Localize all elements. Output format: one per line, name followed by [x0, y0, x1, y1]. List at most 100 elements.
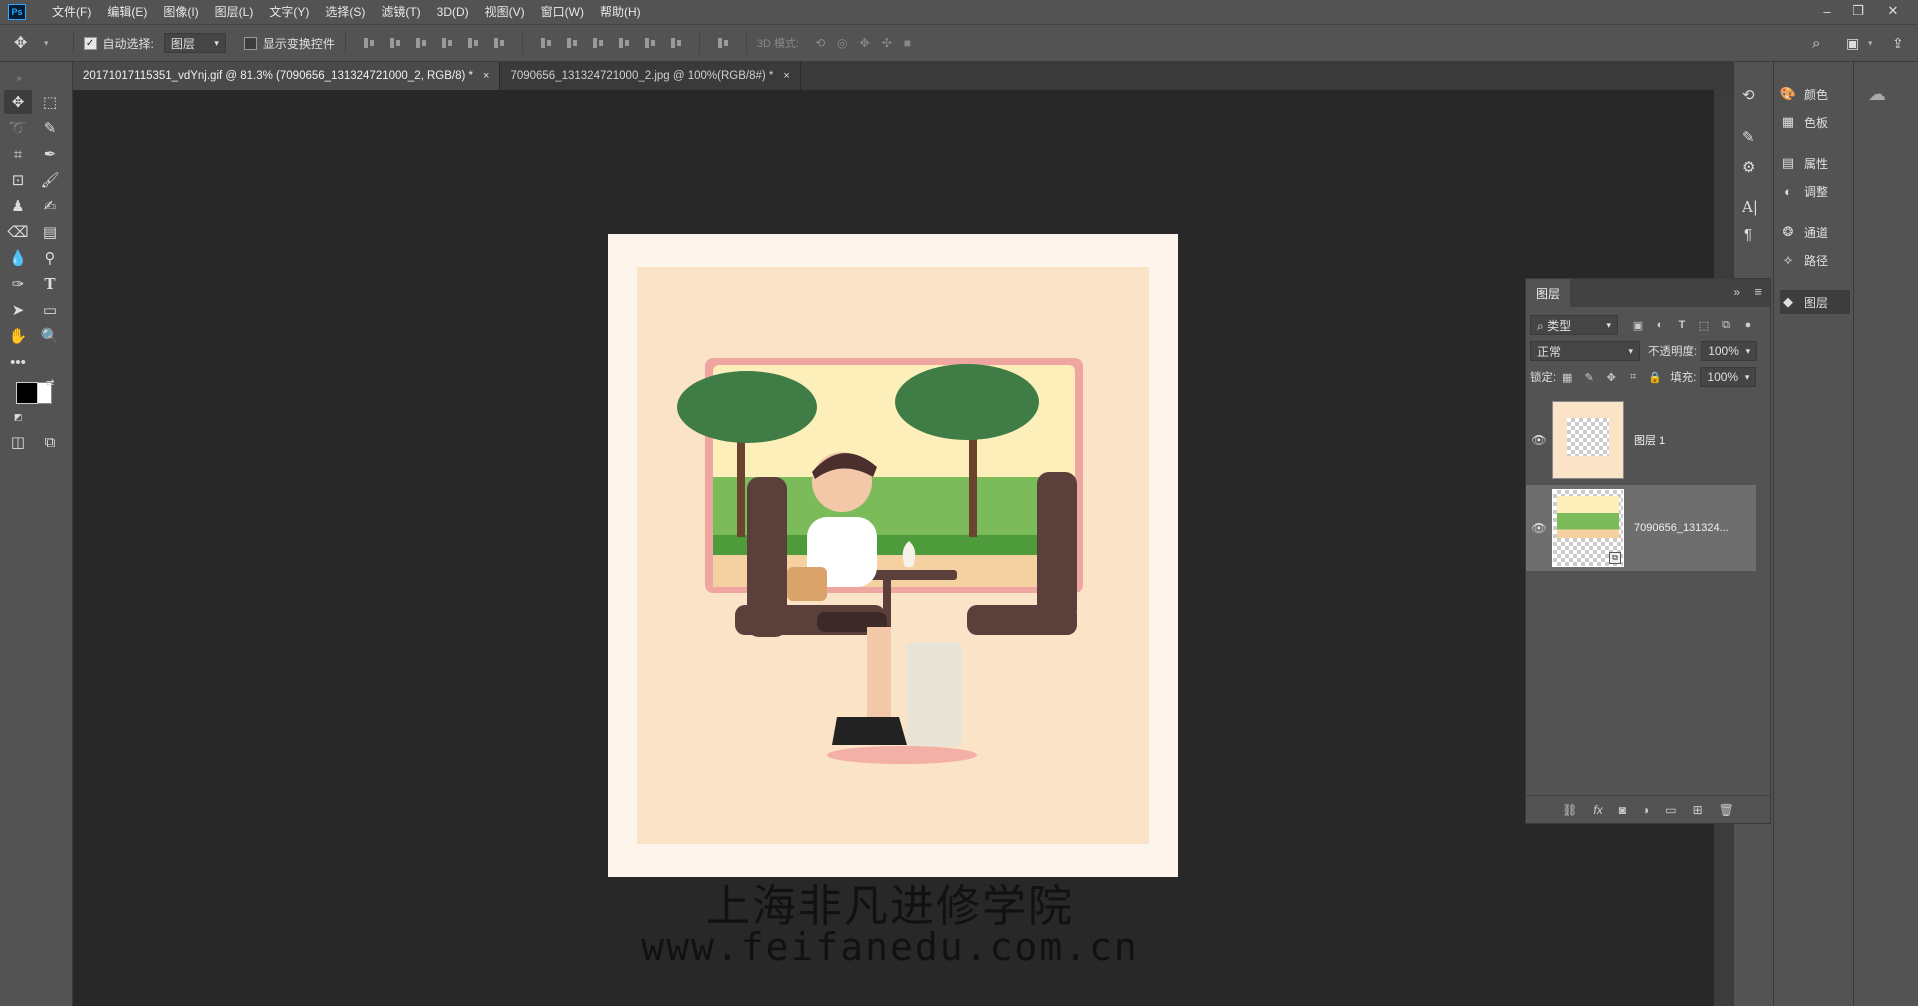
swap-colors-icon[interactable]: ⇄: [46, 378, 54, 389]
preset-dropdown-chevron-icon[interactable]: ▾: [44, 38, 49, 49]
visibility-eye-icon[interactable]: 👁: [1526, 433, 1552, 447]
dock-item-color[interactable]: 🎨 颜色: [1780, 82, 1850, 106]
hand-tool-icon[interactable]: ✋: [4, 324, 32, 348]
show-transform-checkbox[interactable]: [243, 36, 257, 50]
stamp-tool-icon[interactable]: ♟: [4, 194, 32, 218]
frame-tool-icon[interactable]: ⊡: [4, 168, 32, 192]
rectangle-tool-icon[interactable]: ▭: [36, 298, 64, 322]
menu-3d[interactable]: 3D(D): [429, 0, 477, 24]
auto-select-toggle[interactable]: ✓ 自动选择:: [83, 35, 154, 52]
auto-align-icon[interactable]: [716, 36, 730, 50]
dock-item-layers[interactable]: ◆ 图层: [1780, 290, 1850, 314]
filter-toggle-icon[interactable]: ●: [1742, 319, 1754, 331]
eraser-tool-icon[interactable]: ⌫: [4, 220, 32, 244]
menu-layer[interactable]: 图层(L): [207, 0, 262, 24]
layer-name[interactable]: 7090656_131324...: [1634, 522, 1729, 534]
brushes-icon[interactable]: ⚙: [1742, 158, 1755, 176]
layer-row[interactable]: 👁 图层 1: [1526, 397, 1756, 483]
tab-document-gif[interactable]: 20171017115351_vdYnj.gif @ 81.3% (709065…: [73, 62, 501, 90]
brush-tool-icon[interactable]: 🖌: [36, 168, 64, 192]
collapse-panel-icon[interactable]: »: [1733, 285, 1740, 299]
dock-item-swatches[interactable]: ▦ 色板: [1780, 110, 1850, 134]
collapse-toolbar-icon[interactable]: »: [5, 72, 33, 84]
distribute-top-icon[interactable]: [539, 36, 553, 50]
lock-transparent-icon[interactable]: ▦: [1561, 371, 1573, 384]
brush-settings-icon[interactable]: ✎: [1742, 128, 1755, 146]
dodge-tool-icon[interactable]: ⚲: [36, 246, 64, 270]
menu-window[interactable]: 窗口(W): [533, 0, 592, 24]
lasso-tool-icon[interactable]: ➰: [4, 116, 32, 140]
adjustment-layer-icon[interactable]: ◑: [1642, 803, 1649, 817]
share-icon[interactable]: ⇪: [1892, 35, 1904, 52]
path-select-tool-icon[interactable]: ➤: [4, 298, 32, 322]
3d-orbit-icon[interactable]: ⟲: [815, 36, 825, 50]
filter-adjustment-icon[interactable]: ◐: [1654, 319, 1666, 331]
dock-item-adjustments[interactable]: ◐ 调整: [1780, 179, 1850, 203]
dock-item-channels[interactable]: ❂ 通道: [1780, 220, 1850, 244]
align-vcenter-icon[interactable]: [388, 36, 402, 50]
search-icon[interactable]: ⌕: [1812, 35, 1820, 52]
new-layer-icon[interactable]: ⊞: [1693, 803, 1703, 817]
layer-row[interactable]: 👁 ⧉ 7090656_131324...: [1526, 485, 1756, 571]
workspace-chevron-icon[interactable]: ▾: [1868, 38, 1873, 49]
lock-all-icon[interactable]: 🔒: [1648, 371, 1662, 384]
minimize-button[interactable]: –: [1812, 0, 1842, 22]
visibility-eye-icon[interactable]: 👁: [1526, 521, 1552, 535]
paragraph-icon[interactable]: ¶: [1744, 226, 1752, 243]
tab-layers[interactable]: 图层: [1526, 279, 1571, 307]
quick-mask-icon[interactable]: ◫: [4, 430, 32, 454]
character-icon[interactable]: A|: [1742, 198, 1758, 216]
quick-select-tool-icon[interactable]: ✎: [36, 116, 64, 140]
distribute-bottom-icon[interactable]: [591, 36, 605, 50]
marquee-tool-icon[interactable]: ⬚: [36, 90, 64, 114]
pen-tool-icon[interactable]: ✑: [4, 272, 32, 296]
3d-scale-icon[interactable]: ■: [904, 36, 911, 50]
history-icon[interactable]: ⟲: [1742, 86, 1755, 104]
filter-kind-select[interactable]: ⌕ 类型 ▾: [1530, 315, 1618, 335]
auto-select-target-select[interactable]: 图层 ▾: [163, 33, 226, 53]
auto-select-checkbox[interactable]: ✓: [83, 36, 97, 50]
menu-select[interactable]: 选择(S): [317, 0, 373, 24]
move-tool-preset-icon[interactable]: ✥: [14, 33, 44, 53]
screen-mode-icon[interactable]: ⧉: [36, 430, 64, 454]
distribute-vcenter-icon[interactable]: [565, 36, 579, 50]
blend-mode-select[interactable]: 正常 ▾: [1530, 341, 1640, 361]
align-top-icon[interactable]: [362, 36, 376, 50]
filter-type-icon[interactable]: T: [1676, 319, 1688, 331]
opacity-input[interactable]: 100% ▾: [1701, 341, 1758, 361]
close-icon[interactable]: ×: [783, 70, 789, 82]
panel-menu-icon[interactable]: ≡: [1754, 284, 1762, 299]
more-tools-icon[interactable]: •••: [4, 350, 32, 374]
workspace-icon[interactable]: ▣: [1846, 35, 1859, 52]
link-icon[interactable]: ⛓: [1562, 803, 1577, 817]
menu-type[interactable]: 文字(Y): [261, 0, 317, 24]
layer-name[interactable]: 图层 1: [1634, 432, 1665, 448]
distribute-right-icon[interactable]: [669, 36, 683, 50]
filter-pixel-icon[interactable]: ▣: [1632, 319, 1644, 332]
fill-input[interactable]: 100% ▾: [1700, 367, 1757, 387]
trash-icon[interactable]: 🗑: [1719, 803, 1734, 817]
close-icon[interactable]: ×: [483, 70, 489, 82]
filter-shape-icon[interactable]: ⬚: [1698, 319, 1710, 332]
foreground-color-swatch[interactable]: [16, 382, 38, 404]
menu-edit[interactable]: 编辑(E): [99, 0, 155, 24]
lock-artboard-icon[interactable]: ⌗: [1627, 371, 1639, 383]
tab-document-jpg[interactable]: 7090656_131324721000_2.jpg @ 100%(RGB/8#…: [500, 62, 801, 90]
type-tool-icon[interactable]: T: [36, 272, 64, 296]
lock-pixels-icon[interactable]: ✎: [1583, 371, 1595, 384]
libraries-icon[interactable]: ☁: [1868, 84, 1886, 105]
lock-position-icon[interactable]: ✥: [1605, 371, 1617, 384]
default-colors-icon[interactable]: ◩: [14, 412, 23, 423]
eyedropper-tool-icon[interactable]: ✒: [36, 142, 64, 166]
fx-icon[interactable]: fx: [1593, 803, 1602, 817]
align-hcenter-icon[interactable]: [466, 36, 480, 50]
menu-file[interactable]: 文件(F): [44, 0, 99, 24]
show-transform-controls-toggle[interactable]: 显示变换控件: [243, 35, 335, 52]
history-brush-tool-icon[interactable]: ✍: [36, 194, 64, 218]
align-right-icon[interactable]: [492, 36, 506, 50]
distribute-left-icon[interactable]: [617, 36, 631, 50]
restore-button[interactable]: ❐: [1843, 0, 1873, 22]
gradient-tool-icon[interactable]: ▤: [36, 220, 64, 244]
blur-tool-icon[interactable]: 💧: [4, 246, 32, 270]
menu-view[interactable]: 视图(V): [477, 0, 533, 24]
